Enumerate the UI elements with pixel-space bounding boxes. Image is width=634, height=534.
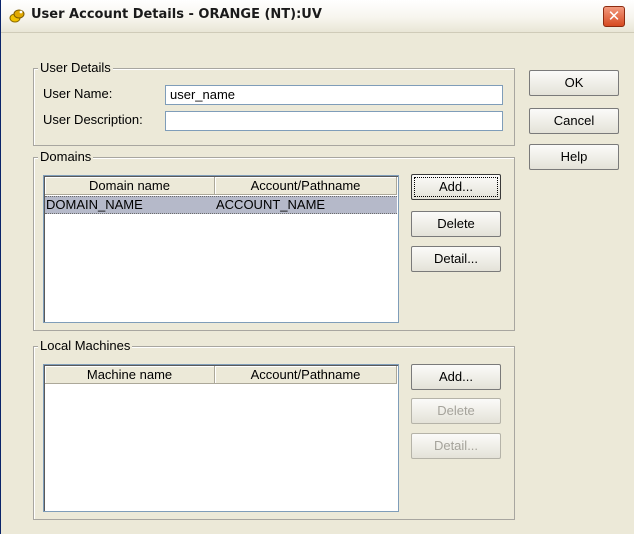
column-header-account-pathname[interactable]: Account/Pathname — [215, 177, 397, 195]
domains-add-button[interactable]: Add... — [411, 174, 501, 200]
user-name-field[interactable]: user_name — [165, 85, 503, 105]
column-header-domain-name[interactable]: Domain name — [45, 177, 215, 195]
local-machines-group-label: Local Machines — [38, 338, 133, 354]
help-button[interactable]: Help — [529, 144, 619, 170]
local-machines-detail-button[interactable]: Detail... — [411, 433, 501, 459]
window-title: User Account Details - ORANGE (NT):UV — [31, 7, 322, 22]
local-machines-delete-button[interactable]: Delete — [411, 398, 501, 424]
column-header-account-pathname[interactable]: Account/Pathname — [215, 366, 397, 384]
user-details-group: User Details — [33, 60, 515, 146]
app-icon — [9, 9, 25, 23]
cancel-button[interactable]: Cancel — [529, 108, 619, 134]
title-bar[interactable]: User Account Details - ORANGE (NT):UV ✕ — [1, 0, 634, 33]
user-description-label: User Description: — [43, 112, 143, 127]
table-row[interactable]: DOMAIN_NAME ACCOUNT_NAME — [45, 196, 397, 214]
close-button[interactable]: ✕ — [603, 6, 625, 27]
domains-group-label: Domains — [38, 149, 94, 165]
dialog-window: User Account Details - ORANGE (NT):UV ✕ … — [0, 0, 634, 534]
close-icon: ✕ — [607, 7, 621, 25]
user-details-group-label: User Details — [38, 60, 113, 76]
domains-detail-button[interactable]: Detail... — [411, 246, 501, 272]
local-machines-add-button[interactable]: Add... — [411, 364, 501, 390]
local-machines-list[interactable]: Machine name Account/Pathname — [43, 364, 399, 512]
domains-delete-button[interactable]: Delete — [411, 211, 501, 237]
account-pathname-cell: ACCOUNT_NAME — [216, 197, 326, 212]
domains-list[interactable]: Domain name Account/Pathname DOMAIN_NAME… — [43, 175, 399, 323]
ok-button[interactable]: OK — [529, 70, 619, 96]
domains-list-header: Domain name Account/Pathname — [45, 177, 397, 195]
domain-name-cell: DOMAIN_NAME — [46, 197, 143, 212]
user-name-label: User Name: — [43, 86, 113, 101]
local-machines-list-header: Machine name Account/Pathname — [45, 366, 397, 384]
column-header-machine-name[interactable]: Machine name — [45, 366, 215, 384]
user-description-field[interactable] — [165, 111, 503, 131]
